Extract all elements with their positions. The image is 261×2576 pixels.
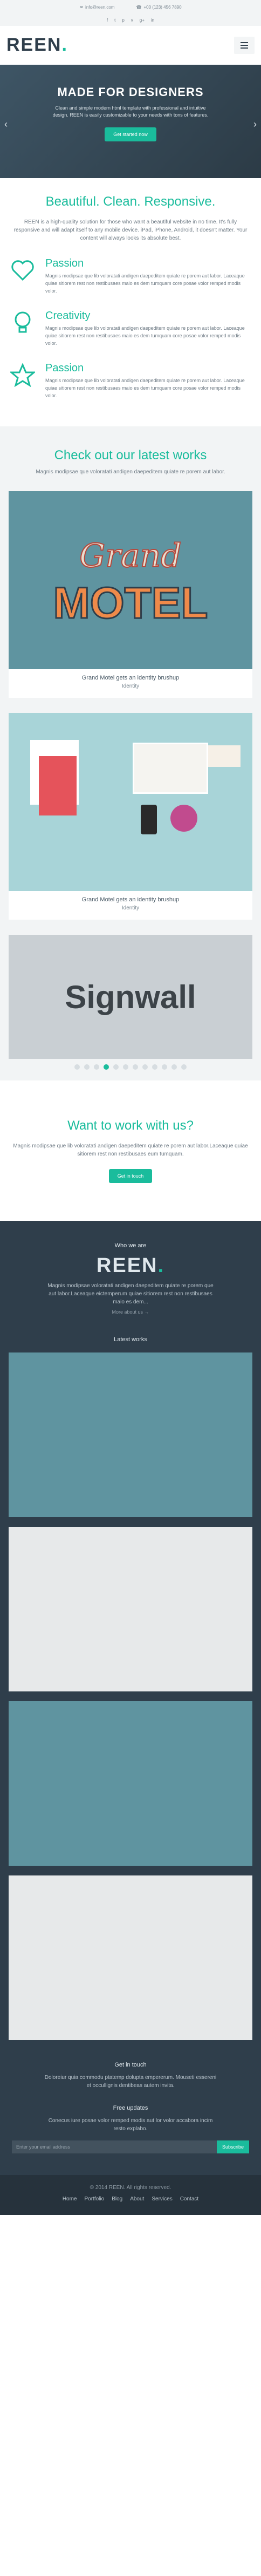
more-about-link[interactable]: More about us → — [0, 1309, 261, 1315]
works-section: Check out our latest works Magnis modips… — [0, 426, 261, 1080]
get-started-button[interactable]: Get started now — [105, 127, 156, 141]
work-caption: Grand Motel gets an identity brushup — [81, 896, 180, 903]
carousel-dot[interactable] — [94, 1064, 99, 1070]
footer-nav-services[interactable]: Services — [152, 2196, 172, 2202]
carousel-dots — [0, 1064, 261, 1070]
phone-icon: ☎ — [136, 4, 142, 10]
page: ✉ info@reen.com ☎ +00 (123) 456 7890 f t p… — [0, 0, 261, 2576]
stationery-image — [9, 713, 252, 891]
feature-title: Passion — [45, 362, 84, 374]
linkedin-icon[interactable]: in — [151, 18, 154, 23]
carousel-dot[interactable] — [171, 1064, 177, 1070]
carousel-dot[interactable] — [142, 1064, 148, 1070]
who-title: Who we are — [114, 1242, 147, 1249]
hero-title: MADE FOR DESIGNERS — [57, 85, 204, 99]
footer-work-image[interactable] — [9, 1527, 252, 1691]
subscribe-button[interactable]: Subscribe — [217, 2140, 249, 2153]
carousel-dot[interactable] — [133, 1064, 138, 1070]
carousel-dot[interactable] — [181, 1064, 187, 1070]
email-input[interactable]: Enter your email address — [12, 2140, 217, 2153]
svg-text:MOTEL: MOTEL — [53, 579, 208, 628]
footer-work-image[interactable] — [9, 1701, 252, 1866]
contact-text: Doloreiur quia commodu ptatemp dolupta e… — [44, 2075, 217, 2089]
feature-passion-2: Passion Magnis modipsae que lib voloratat… — [0, 347, 261, 399]
footer-text: Magnis modipsae voloratati andigen daepe… — [47, 1283, 214, 1305]
email-icon: ✉ — [79, 4, 84, 10]
works-title: Check out our latest works — [54, 448, 207, 463]
feature-passion: Passion Magnis modipsae que lib voloratat… — [0, 242, 261, 295]
contact-title: Get in touch — [114, 2062, 147, 2068]
footer-nav-contact[interactable]: Contact — [180, 2196, 198, 2202]
hero-slider: ‹ › MADE FOR DESIGNERS Clean and simple … — [0, 65, 261, 178]
work-category: Identity — [121, 905, 140, 911]
feature-title: Creativity — [45, 310, 91, 322]
feature-title: Passion — [45, 257, 84, 269]
topbar: ✉ info@reen.com ☎ +00 (123) 456 7890 — [0, 0, 261, 14]
navbar: REEN. — [0, 26, 261, 65]
intro-section: Beautiful. Clean. Responsive. REEN is a … — [0, 178, 261, 242]
grand-motel-image: Grand MOTEL — [9, 491, 252, 669]
work-caption: Grand Motel gets an identity brushup — [81, 675, 180, 681]
work-category: Identity — [121, 683, 140, 689]
signwall-image: Signwall — [9, 935, 252, 1059]
work-card[interactable]: Grand MOTEL Grand Motel gets an identity … — [9, 491, 252, 698]
feature-creativity: Creativity Magnis modipsae que lib volora… — [0, 295, 261, 347]
hero-text: Clean and simple modern html template wi… — [52, 105, 209, 118]
star-icon — [10, 362, 36, 388]
svg-text:Grand: Grand — [79, 537, 181, 575]
feature-text: Magnis modipsae que lib voloratati andig… — [45, 378, 245, 398]
works-subtitle: Magnis modipsae que voloratati andigen d… — [36, 469, 225, 475]
carousel-dot[interactable] — [123, 1064, 128, 1070]
prev-arrow-icon[interactable]: ‹ — [4, 119, 8, 130]
copyright-text: © 2014 REEN. All rights reserved. — [90, 2185, 171, 2191]
footer-logo[interactable]: REEN. — [0, 1254, 261, 1277]
footer-nav-home[interactable]: Home — [63, 2196, 77, 2202]
lightbulb-icon — [10, 310, 36, 336]
cta-section: Want to work with us? Magnis modipsae qu… — [0, 1080, 261, 1221]
get-in-touch-button[interactable]: Get in touch — [108, 1169, 153, 1183]
pinterest-icon[interactable]: p — [122, 18, 124, 23]
email-link[interactable]: ✉ info@reen.com — [79, 5, 114, 10]
logo[interactable]: REEN. — [6, 35, 68, 56]
carousel-dot[interactable] — [84, 1064, 90, 1070]
feature-text: Magnis modipsae que lib voloratati andig… — [45, 273, 245, 294]
latest-works-title: Latest works — [114, 1336, 147, 1343]
work-card[interactable]: Grand Motel gets an identity brushup Ide… — [9, 713, 252, 920]
carousel-dot[interactable] — [162, 1064, 167, 1070]
cta-text: Magnis modipsae que lib voloratati andig… — [13, 1143, 248, 1157]
carousel-dot[interactable] — [74, 1064, 80, 1070]
footer-nav: Home Portfolio Blog About Services Conta… — [0, 2196, 261, 2202]
work-card[interactable]: Signwall — [9, 935, 252, 1059]
updates-text: Conecus iure posae volor remped modis au… — [48, 2118, 213, 2132]
next-arrow-icon[interactable]: › — [253, 119, 257, 130]
heart-icon — [10, 257, 36, 283]
vimeo-icon[interactable]: v — [131, 18, 133, 23]
footer: Who we are REEN. Magnis modipsae volorat… — [0, 1221, 261, 2175]
footer-work-image[interactable] — [9, 1352, 252, 1517]
googleplus-icon[interactable]: g+ — [140, 18, 145, 23]
carousel-dot-active[interactable] — [104, 1064, 109, 1070]
facebook-icon[interactable]: f — [107, 18, 108, 23]
footer-nav-portfolio[interactable]: Portfolio — [85, 2196, 105, 2202]
phone-link[interactable]: ☎ +00 (123) 456 7890 — [136, 5, 182, 10]
footer-nav-about[interactable]: About — [130, 2196, 144, 2202]
copyright-bar: © 2014 REEN. All rights reserved. Home P… — [0, 2175, 261, 2215]
social-bar: f t p v g+ in — [0, 14, 261, 26]
intro-text: REEN is a high-quality solution for thos… — [13, 219, 248, 241]
twitter-icon[interactable]: t — [114, 18, 115, 23]
cta-title: Want to work with us? — [67, 1118, 194, 1133]
footer-work-image[interactable] — [9, 1875, 252, 2040]
updates-title: Free updates — [113, 2105, 148, 2111]
intro-title: Beautiful. Clean. Responsive. — [45, 194, 216, 209]
footer-nav-blog[interactable]: Blog — [112, 2196, 122, 2202]
carousel-dot[interactable] — [152, 1064, 157, 1070]
feature-text: Magnis modipsae que lib voloratati andig… — [45, 325, 245, 346]
carousel-dot[interactable] — [113, 1064, 119, 1070]
menu-toggle-button[interactable] — [234, 36, 255, 54]
